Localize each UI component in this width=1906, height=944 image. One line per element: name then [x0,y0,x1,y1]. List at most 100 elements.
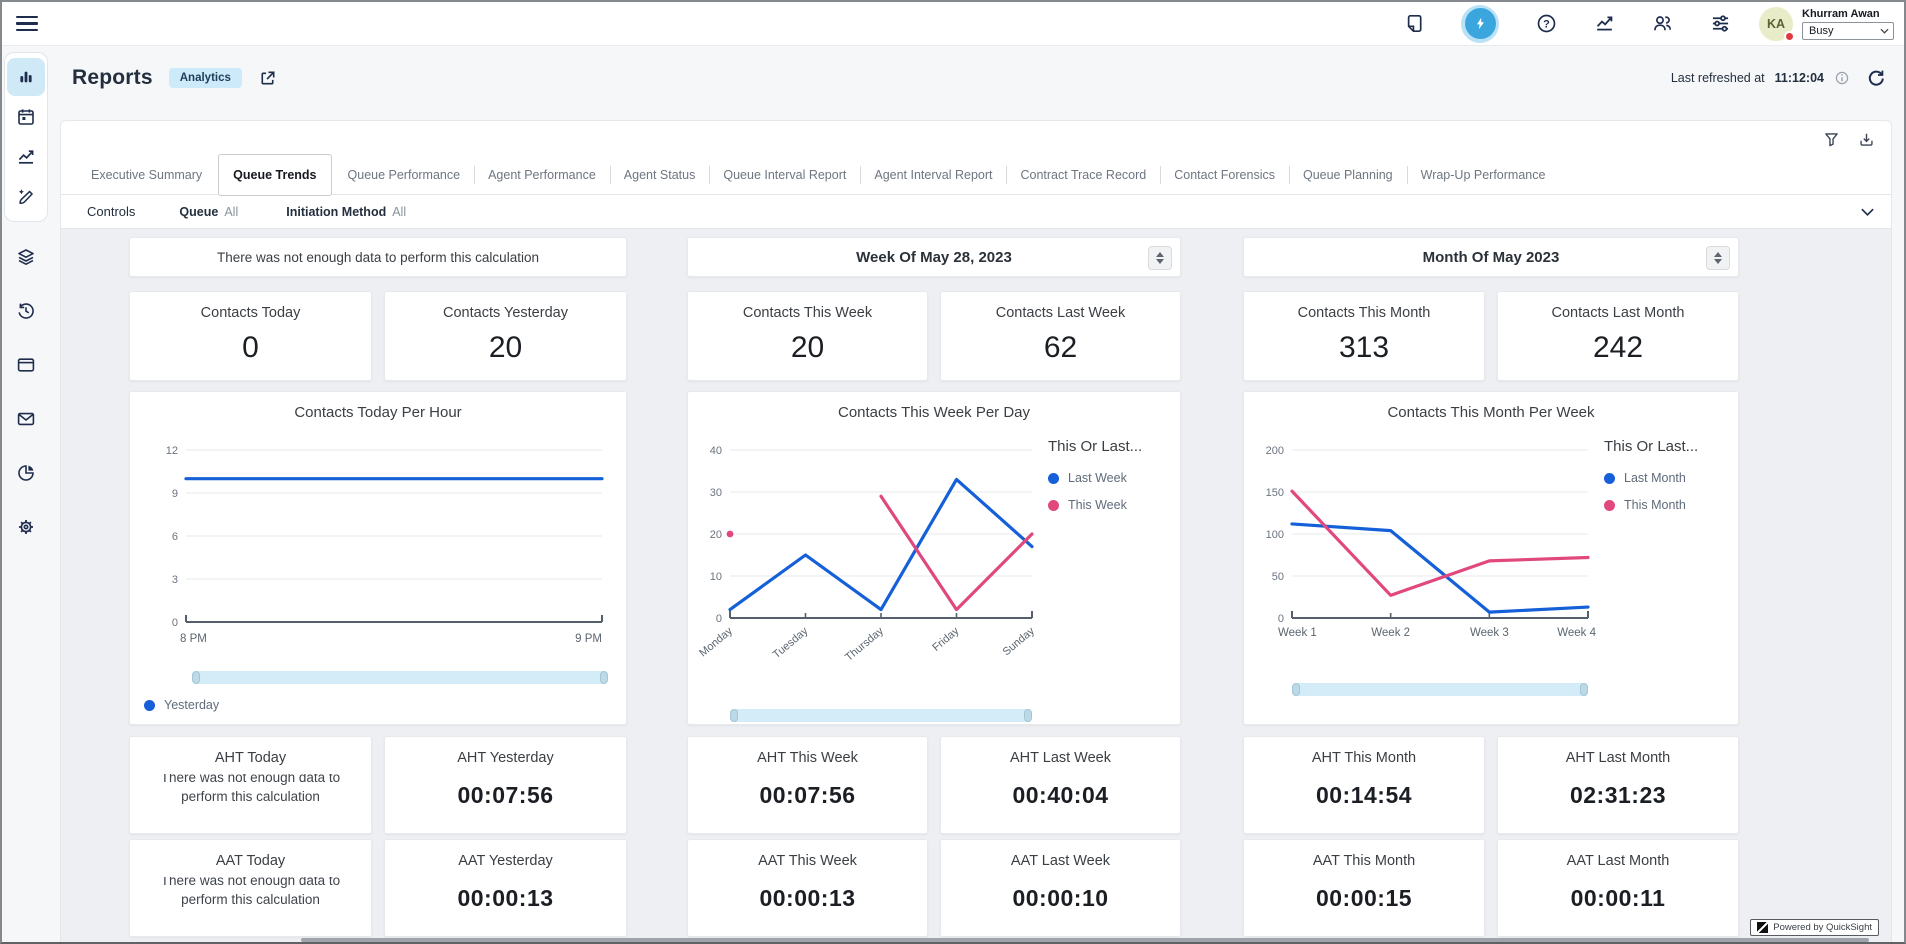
sidebar-item-calendar[interactable] [7,98,45,136]
legend-entry-this-month[interactable]: This Month [1604,498,1734,512]
sliders-icon[interactable] [1709,13,1731,35]
line-chart: 010203040MondayTuesdayThursdayFridaySund… [694,426,1042,702]
avatar[interactable]: KA [1759,7,1793,41]
tab-agent-status[interactable]: Agent Status [610,155,710,195]
brush-icon [16,187,36,207]
kpi-contacts-yesterday: Contacts Yesterday 20 [384,291,627,381]
kpi-aat-yesterday: AAT Yesterday 00:00:13 [384,839,627,937]
svg-text:Week 4: Week 4 [1557,627,1596,639]
chart-contacts-this-month-per-week: Contacts This Month Per Week 05010015020… [1243,391,1739,725]
legend-entry-last-week[interactable]: Last Week [1048,471,1176,485]
kpi-aht-last-week: AHT Last Week 00:40:04 [940,736,1181,834]
bolt-icon[interactable] [1461,5,1499,43]
controls-title: Controls [87,204,135,219]
kpi-aht-yesterday: AHT Yesterday 00:07:56 [384,736,627,834]
external-link-icon[interactable] [258,69,277,88]
tab-queue-planning[interactable]: Queue Planning [1289,155,1407,195]
tab-queue-trends[interactable]: Queue Trends [218,154,331,196]
svg-text:0: 0 [1278,613,1284,625]
initiation-filter-label: Initiation Method [286,205,386,219]
kpi-aat-last-month: AAT Last Month 00:00:11 [1497,839,1739,937]
chart-contacts-this-week-per-day: Contacts This Week Per Day 010203040Mond… [687,391,1181,725]
initiation-method-filter[interactable]: Initiation Method All [286,205,406,219]
sidebar-item-metrics[interactable] [7,138,45,176]
info-icon[interactable] [1834,70,1850,86]
export-icon[interactable] [1858,131,1875,148]
chart-scrollbar[interactable] [192,671,608,684]
line-chart: 050100150200Week 1Week 2Week 3Week 4 [1250,426,1598,676]
help-icon[interactable]: ? [1535,13,1557,35]
line-chart-icon [16,147,36,167]
kpi-aat-today: AAT Today There was not enough data to p… [129,839,372,937]
queue-filter[interactable]: Queue All [179,205,238,219]
kpi-contacts-last-month: Contacts Last Month 242 [1497,291,1739,381]
month-stepper[interactable] [1706,246,1730,270]
legend-dot [1604,500,1615,511]
chart-scrollbar[interactable] [730,709,1032,722]
tab-contract-trace-record[interactable]: Contract Trace Record [1006,155,1160,195]
kpi-contacts-this-month: Contacts This Month 313 [1243,291,1485,381]
history-icon [16,301,36,321]
legend-dot [1604,473,1615,484]
no-data-banner: There was not enough data to perform thi… [129,237,627,277]
svg-text:Monday: Monday [697,625,735,660]
tab-queue-performance[interactable]: Queue Performance [334,155,475,195]
sidebar-item-settings[interactable] [7,508,45,546]
svg-text:Friday: Friday [930,625,962,654]
sidebar [2,46,50,942]
user-name: Khurram Awan [1802,8,1880,20]
note-icon[interactable] [1403,13,1425,35]
tab-agent-interval-report[interactable]: Agent Interval Report [860,155,1006,195]
sidebar-item-reports[interactable] [7,58,45,96]
kpi-aat-this-week: AAT This Week 00:00:13 [687,839,928,937]
sidebar-item-history[interactable] [7,292,45,330]
status-dropdown[interactable]: Busy [1802,22,1894,40]
report-tabs: Executive SummaryQueue TrendsQueue Perfo… [61,155,1891,195]
presence-busy-dot [1784,31,1795,42]
week-stepper[interactable] [1148,246,1172,270]
chart-legend: Yesterday [130,698,626,725]
legend-dot [144,700,155,711]
chart-legend: This Or Last... Last MonthThis Month [1604,426,1738,696]
sidebar-item-layers[interactable] [7,238,45,276]
refresh-icon[interactable] [1866,68,1886,88]
kpi-aht-this-week: AHT This Week 00:07:56 [687,736,928,834]
tab-wrap-up-performance[interactable]: Wrap-Up Performance [1407,155,1560,195]
sidebar-item-mail[interactable] [7,400,45,438]
month-selector: Month Of May 2023 [1243,237,1739,277]
dashboard: There was not enough data to perform thi… [61,229,1891,942]
svg-text:Thursday: Thursday [843,625,886,664]
filter-icon[interactable] [1823,131,1840,148]
svg-text:6: 6 [172,531,178,543]
quicksight-logo [1757,922,1768,933]
line-chart-icon[interactable] [1593,13,1615,35]
legend-entry-yesterday[interactable]: Yesterday [144,698,219,712]
column-month: Month Of May 2023 Contacts This Month 31… [1243,237,1739,942]
users-icon[interactable] [1651,13,1673,35]
collapse-controls-icon[interactable] [1860,207,1875,217]
chevron-down-icon [1880,28,1889,34]
sidebar-item-pie[interactable] [7,454,45,492]
sidebar-item-design[interactable] [7,178,45,216]
reports-panel: Executive SummaryQueue TrendsQueue Perfo… [60,120,1892,942]
tab-queue-interval-report[interactable]: Queue Interval Report [709,155,860,195]
legend-entry-last-month[interactable]: Last Month [1604,471,1734,485]
powered-by-quicksight[interactable]: Powered by QuickSight [1750,919,1879,936]
horizontal-scrollbar[interactable] [301,938,1869,942]
sidebar-item-window[interactable] [7,346,45,384]
tab-executive-summary[interactable]: Executive Summary [77,155,216,195]
chart-contacts-today-per-hour: Contacts Today Per Hour 0369128 PM9 PM Y… [129,391,627,725]
column-week: Week Of May 28, 2023 Contacts This Week … [687,237,1181,942]
sidebar-pinned-group [4,52,48,222]
svg-text:Tuesday: Tuesday [771,625,811,661]
hamburger-menu-icon[interactable] [16,16,38,31]
svg-text:8 PM: 8 PM [180,633,207,645]
svg-text:9: 9 [172,488,178,500]
svg-text:0: 0 [716,613,722,625]
legend-entry-this-week[interactable]: This Week [1048,498,1176,512]
svg-text:20: 20 [710,529,722,541]
tab-agent-performance[interactable]: Agent Performance [474,155,610,195]
tab-contact-forensics[interactable]: Contact Forensics [1160,155,1289,195]
svg-text:Week 1: Week 1 [1278,627,1317,639]
chart-scrollbar[interactable] [1292,683,1588,696]
